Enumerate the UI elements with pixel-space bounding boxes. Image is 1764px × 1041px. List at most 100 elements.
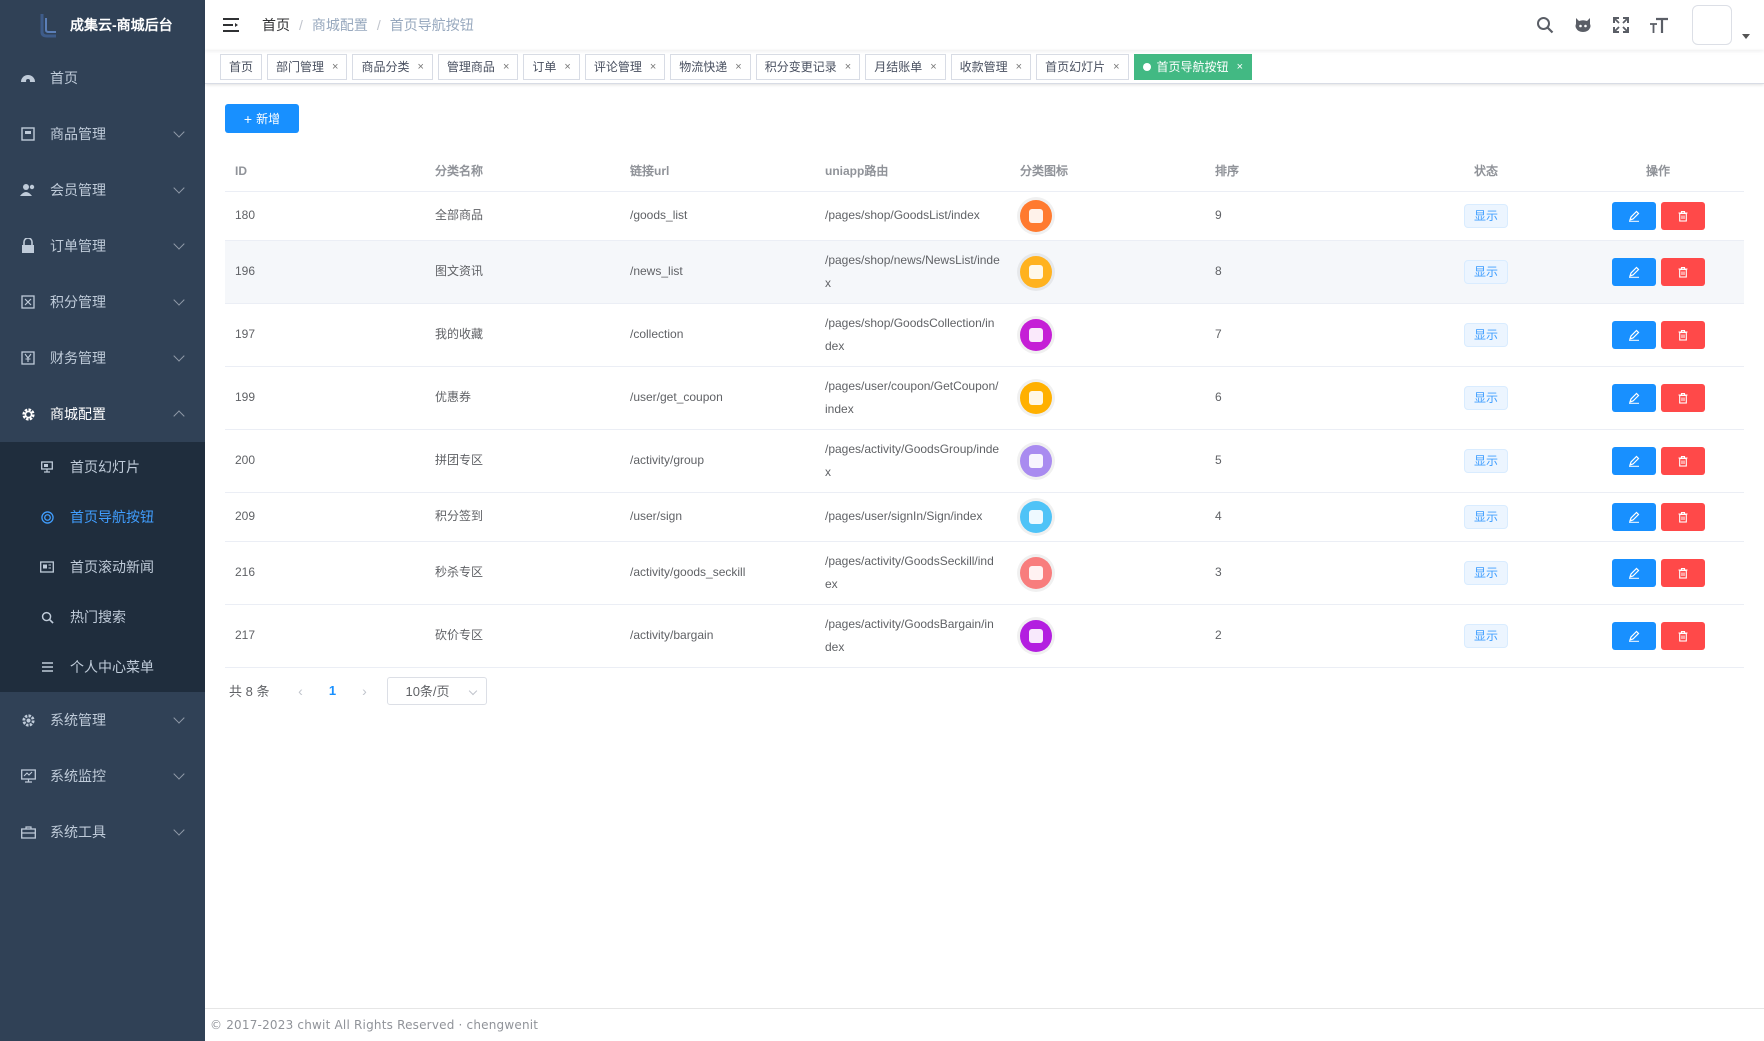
- tag-item[interactable]: 积分变更记录 ×: [755, 53, 861, 80]
- page-content: + 新增 ID 分类名称 链接url uniapp路由 分类图标 排序 状态 操…: [205, 84, 1764, 705]
- delete-button[interactable]: [1660, 502, 1705, 531]
- tag-item[interactable]: 管理商品 ×: [437, 53, 519, 80]
- column-header[interactable]: 排序: [1205, 151, 1400, 192]
- fullscreen-icon[interactable]: [1611, 15, 1631, 35]
- column-header[interactable]: 分类图标: [1010, 151, 1205, 192]
- cell-status: 显示: [1400, 492, 1572, 542]
- delete-button[interactable]: [1660, 257, 1705, 286]
- caret-down-icon[interactable]: [1742, 33, 1750, 39]
- edit-button[interactable]: [1611, 558, 1656, 587]
- page-size-select[interactable]: 10条/页: [387, 676, 488, 705]
- column-header[interactable]: ID: [225, 151, 425, 192]
- sidebar-item-profile-menu[interactable]: 个人中心菜单: [0, 642, 205, 692]
- finance-icon: [20, 350, 36, 366]
- sidebar-item-points[interactable]: 积分管理: [0, 274, 205, 330]
- column-header[interactable]: 状态: [1400, 151, 1572, 192]
- tag-item[interactable]: 评论管理 ×: [584, 53, 666, 80]
- sidebar-item-finance[interactable]: 财务管理: [0, 330, 205, 386]
- delete-button[interactable]: [1660, 383, 1705, 412]
- close-icon[interactable]: ×: [1016, 55, 1022, 79]
- sidebar-item-home-nav-buttons[interactable]: 首页导航按钮: [0, 492, 205, 542]
- tag-item[interactable]: 部门管理 ×: [267, 53, 348, 80]
- tag-item-active[interactable]: 首页导航按钮 ×: [1133, 53, 1252, 80]
- close-icon[interactable]: ×: [1237, 55, 1243, 79]
- delete-button[interactable]: [1660, 201, 1705, 230]
- sidebar-logo[interactable]: 成集云-商城后台: [0, 0, 205, 50]
- sidebar-item-shop-config[interactable]: 商城配置: [0, 386, 205, 442]
- sidebar-item-hot-search[interactable]: 热门搜索: [0, 592, 205, 642]
- cell-url: /activity/goods_seckill: [620, 541, 815, 605]
- category-icon[interactable]: [1020, 318, 1052, 351]
- column-header[interactable]: 分类名称: [425, 151, 620, 192]
- category-icon[interactable]: [1020, 619, 1052, 652]
- tag-item[interactable]: 商品分类 ×: [352, 53, 433, 80]
- edit-button[interactable]: [1611, 201, 1656, 230]
- chevron-down-icon: [173, 182, 185, 194]
- status-badge: 显示: [1463, 322, 1508, 347]
- status-badge: 显示: [1463, 623, 1508, 648]
- close-icon[interactable]: ×: [650, 55, 656, 79]
- avatar[interactable]: [1692, 5, 1732, 45]
- page-number[interactable]: 1: [315, 683, 349, 698]
- breadcrumb-item[interactable]: 首页: [262, 15, 290, 35]
- hamburger-icon[interactable]: [222, 17, 240, 33]
- cell-sort: 7: [1205, 303, 1400, 367]
- tag-item[interactable]: 订单 ×: [523, 53, 580, 80]
- delete-button[interactable]: [1660, 320, 1705, 349]
- delete-button[interactable]: [1660, 558, 1705, 587]
- next-page-icon[interactable]: ›: [349, 683, 379, 699]
- font-size-icon[interactable]: [1649, 15, 1669, 35]
- category-icon[interactable]: [1020, 381, 1052, 414]
- close-icon[interactable]: ×: [332, 55, 338, 79]
- tag-item[interactable]: 首页: [220, 53, 263, 80]
- search-icon[interactable]: [1535, 15, 1555, 35]
- sidebar-item-tools[interactable]: 系统工具: [0, 804, 205, 860]
- sidebar-item-members[interactable]: 会员管理: [0, 162, 205, 218]
- category-icon[interactable]: [1020, 444, 1052, 477]
- edit-button[interactable]: [1611, 446, 1656, 475]
- edit-button[interactable]: [1611, 383, 1656, 412]
- github-icon[interactable]: [1573, 15, 1593, 35]
- delete-button[interactable]: [1660, 621, 1705, 650]
- column-header[interactable]: uniapp路由: [815, 151, 1010, 192]
- edit-button[interactable]: [1611, 621, 1656, 650]
- column-header[interactable]: 链接url: [620, 151, 815, 192]
- sidebar-item-monitor[interactable]: 系统监控: [0, 748, 205, 804]
- category-icon[interactable]: [1020, 500, 1052, 533]
- prev-page-icon[interactable]: ‹: [285, 683, 315, 699]
- edit-button[interactable]: [1611, 320, 1656, 349]
- table-row: 216 秒杀专区/activity/goods_seckill/pages/act…: [225, 541, 1744, 605]
- tag-item[interactable]: 物流快递 ×: [670, 53, 751, 80]
- close-icon[interactable]: ×: [1113, 55, 1119, 79]
- delete-button[interactable]: [1660, 446, 1705, 475]
- category-icon[interactable]: [1020, 255, 1052, 288]
- edit-button[interactable]: [1611, 502, 1656, 531]
- add-button[interactable]: + 新增: [225, 104, 299, 133]
- cell-status: 显示: [1400, 604, 1572, 668]
- close-icon[interactable]: ×: [735, 55, 741, 79]
- tag-item[interactable]: 收款管理 ×: [950, 53, 1032, 80]
- category-icon[interactable]: [1020, 556, 1052, 589]
- edit-icon: [1628, 266, 1639, 278]
- sidebar-item-system[interactable]: 系统管理: [0, 692, 205, 748]
- column-header[interactable]: 操作: [1572, 151, 1744, 192]
- sidebar-item-label: 订单管理: [50, 238, 106, 254]
- category-icon[interactable]: [1020, 199, 1052, 232]
- close-icon[interactable]: ×: [845, 55, 851, 79]
- close-icon[interactable]: ×: [930, 55, 936, 79]
- sidebar-item-goods[interactable]: 商品管理: [0, 106, 205, 162]
- sidebar-item-home[interactable]: 首页: [0, 50, 205, 106]
- cell-route: /pages/activity/GoodsSeckill/index: [815, 541, 1010, 605]
- sidebar-item-label: 热门搜索: [70, 609, 126, 625]
- sidebar-item-orders[interactable]: 订单管理: [0, 218, 205, 274]
- close-icon[interactable]: ×: [503, 55, 509, 79]
- sidebar-item-home-news[interactable]: 首页滚动新闻: [0, 542, 205, 592]
- sidebar-item-home-slides[interactable]: 首页幻灯片: [0, 442, 205, 492]
- chevron-down-icon: [173, 768, 185, 780]
- tag-item[interactable]: 月结账单 ×: [865, 53, 946, 80]
- close-icon[interactable]: ×: [417, 55, 423, 79]
- cell-actions: [1572, 191, 1744, 241]
- edit-button[interactable]: [1611, 257, 1656, 286]
- close-icon[interactable]: ×: [564, 55, 570, 79]
- tag-item[interactable]: 首页幻灯片 ×: [1036, 53, 1129, 80]
